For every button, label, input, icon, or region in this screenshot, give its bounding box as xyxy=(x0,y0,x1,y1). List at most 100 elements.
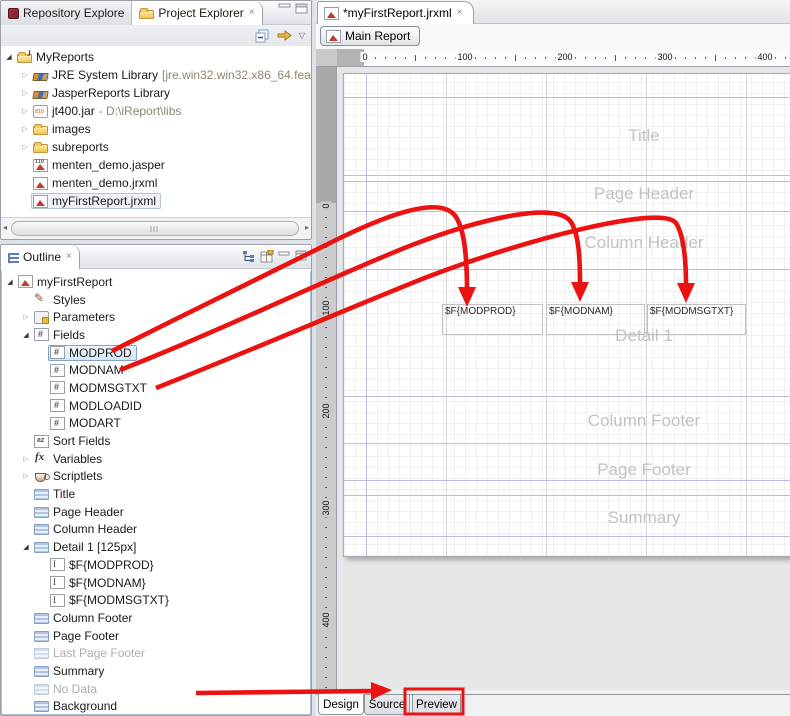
tab-preview[interactable]: Preview xyxy=(412,694,461,715)
collapsed-arrow-icon[interactable]: ▷ xyxy=(19,143,31,151)
item-label: $F{MODPROD} xyxy=(69,558,154,572)
item-row-box: MODART xyxy=(48,415,126,431)
item-suffix: [jre.win32.win32.x86_64.featur xyxy=(162,68,311,82)
tree-item-f-modprod[interactable]: $F{MODPROD} xyxy=(2,556,310,574)
maximize-view-icon[interactable] xyxy=(295,3,308,14)
tree-item-images[interactable]: ▷images xyxy=(1,120,311,138)
item-label: myFirstReport.jrxml xyxy=(52,194,156,208)
collapsed-arrow-icon[interactable]: ▷ xyxy=(20,313,32,321)
field-f-modnam[interactable]: $F{MODNAM} xyxy=(546,304,645,335)
item-label: Parameters xyxy=(53,310,115,324)
scriptlet-cup-icon xyxy=(34,470,49,483)
tree-item-jt400-jar[interactable]: ▷jt400.jar- D:\iReport\libs xyxy=(1,102,311,120)
collapsed-arrow-icon[interactable]: ▷ xyxy=(20,472,32,480)
tree-item-scriptlets[interactable]: ▷Scriptlets xyxy=(2,468,310,486)
tree-item-styles[interactable]: Styles xyxy=(2,291,310,309)
tree-item-page-footer[interactable]: Page Footer xyxy=(2,627,310,645)
horizontal-scrollbar[interactable]: ◂ ▸ xyxy=(1,217,311,239)
collapsed-arrow-icon[interactable]: ▷ xyxy=(19,125,31,133)
view-menu-icon[interactable]: ▽ xyxy=(299,31,305,40)
item-row-box: $F{MODPROD} xyxy=(48,557,159,573)
tree-item-summary[interactable]: Summary xyxy=(2,662,310,680)
project-explorer-toolbar: ▽ xyxy=(1,25,311,46)
tree-item-myreports[interactable]: ◢ MyReports xyxy=(1,48,311,66)
item-row-box: jt400.jar- D:\iReport\libs xyxy=(31,103,186,119)
tab-repository-explorer[interactable]: Repository Explore xyxy=(1,1,132,25)
item-label: MyReports xyxy=(36,50,94,64)
tab-source[interactable]: Source xyxy=(364,694,410,715)
tree-item-no-data[interactable]: No Data xyxy=(2,680,310,698)
tree-item-title[interactable]: Title xyxy=(2,485,310,503)
design-canvas[interactable]: TitlePage HeaderColumn HeaderDetail 1Col… xyxy=(337,67,790,690)
tree-item-variables[interactable]: ▷Variables xyxy=(2,450,310,468)
item-row-box: myFirstReport xyxy=(16,274,117,290)
tab-project-explorer[interactable]: Project Explorer × xyxy=(132,1,262,25)
collapsed-arrow-icon[interactable]: ▷ xyxy=(19,107,31,115)
tree-item-page-header[interactable]: Page Header xyxy=(2,503,310,521)
item-row-box: Parameters xyxy=(32,309,120,325)
expanded-arrow-icon[interactable]: ◢ xyxy=(3,53,15,61)
expanded-arrow-icon[interactable]: ◢ xyxy=(4,278,16,286)
tree-item-fields[interactable]: ◢Fields xyxy=(2,326,310,344)
main-report-button[interactable]: Main Report xyxy=(320,26,420,46)
folder-open-icon xyxy=(17,54,32,63)
tab-outline[interactable]: Outline × xyxy=(1,245,80,269)
item-label: myFirstReport xyxy=(37,275,112,289)
collapsed-arrow-icon[interactable]: ▷ xyxy=(19,89,31,97)
tree-item-modart[interactable]: MODART xyxy=(2,415,310,433)
tree-item-subreports[interactable]: ▷subreports xyxy=(1,138,311,156)
jrxml-file-icon xyxy=(324,7,339,20)
minimize-view-icon[interactable] xyxy=(278,3,291,14)
tree-item-detail-1-125px[interactable]: ◢Detail 1 [125px] xyxy=(2,538,310,556)
collapsed-arrow-icon[interactable]: ▷ xyxy=(19,71,31,79)
v-ruler-number: 100 xyxy=(321,298,331,317)
band-separator-line xyxy=(344,269,790,270)
maximize-view-icon[interactable] xyxy=(295,250,308,261)
expanded-arrow-icon[interactable]: ◢ xyxy=(20,331,32,339)
link-with-editor-icon[interactable] xyxy=(276,29,293,43)
tree-item-menten-demo-jasper[interactable]: menten_demo.jasper xyxy=(1,156,311,174)
tree-item-modnam[interactable]: MODNAM xyxy=(2,361,310,379)
band-label-title: Title xyxy=(628,126,660,146)
tree-item-modprod[interactable]: MODPROD xyxy=(2,344,310,362)
tab-editor-myfirstreport[interactable]: *myFirstReport.jrxml × xyxy=(317,1,474,24)
tab-design[interactable]: Design xyxy=(318,694,364,715)
tree-item-parameters[interactable]: ▷ Parameters xyxy=(2,308,310,326)
close-icon[interactable]: × xyxy=(249,8,255,18)
tree-item-menten-demo-jrxml[interactable]: menten_demo.jrxml xyxy=(1,174,311,192)
expanded-arrow-icon[interactable]: ◢ xyxy=(20,543,32,551)
item-label: Title xyxy=(53,487,75,501)
collapsed-arrow-icon[interactable]: ▷ xyxy=(20,455,32,463)
scroll-left-icon[interactable]: ◂ xyxy=(3,223,7,232)
item-label: No Data xyxy=(53,682,97,696)
collapse-all-icon[interactable] xyxy=(255,29,270,43)
tree-item-myfirstreport[interactable]: ◢ myFirstReport xyxy=(2,273,310,291)
band-icon xyxy=(34,524,49,535)
close-icon[interactable]: × xyxy=(457,8,463,18)
styles-brush-icon xyxy=(34,293,49,306)
tree-view-icon[interactable] xyxy=(242,250,256,263)
tree-item-sort-fields[interactable]: Sort Fields xyxy=(2,432,310,450)
tree-item-column-header[interactable]: Column Header xyxy=(2,521,310,539)
report-page[interactable]: TitlePage HeaderColumn HeaderDetail 1Col… xyxy=(343,73,790,557)
tree-item-column-footer[interactable]: Column Footer xyxy=(2,609,310,627)
tree-item-last-page-footer[interactable]: Last Page Footer xyxy=(2,644,310,662)
minimize-view-icon[interactable] xyxy=(278,250,291,261)
table-view-icon[interactable] xyxy=(260,250,274,263)
tree-item-f-modmsgtxt[interactable]: $F{MODMSGTXT} xyxy=(2,591,310,609)
tree-item-modloadid[interactable]: MODLOADID xyxy=(2,397,310,415)
tree-item-jre-system-library[interactable]: ▷JRE System Library[jre.win32.win32.x86_… xyxy=(1,66,311,84)
close-icon[interactable]: × xyxy=(66,252,72,262)
tree-item-myfirstreport-jrxml[interactable]: myFirstReport.jrxml xyxy=(1,192,311,210)
tree-item-background[interactable]: Background xyxy=(2,698,310,716)
tree-item-modmsgtxt[interactable]: MODMSGTXT xyxy=(2,379,310,397)
field-f-modmsgtxt[interactable]: $F{MODMSGTXT} xyxy=(647,304,746,335)
scroll-right-icon[interactable]: ▸ xyxy=(305,223,309,232)
band-icon xyxy=(34,631,49,642)
tree-item-f-modnam[interactable]: $F{MODNAM} xyxy=(2,574,310,592)
band-separator-line xyxy=(344,495,790,496)
field-f-modprod[interactable]: $F{MODPROD} xyxy=(442,304,543,335)
scrollbar-thumb[interactable] xyxy=(11,221,299,236)
tree-item-jasperreports-library[interactable]: ▷JasperReports Library xyxy=(1,84,311,102)
band-icon xyxy=(34,613,49,624)
